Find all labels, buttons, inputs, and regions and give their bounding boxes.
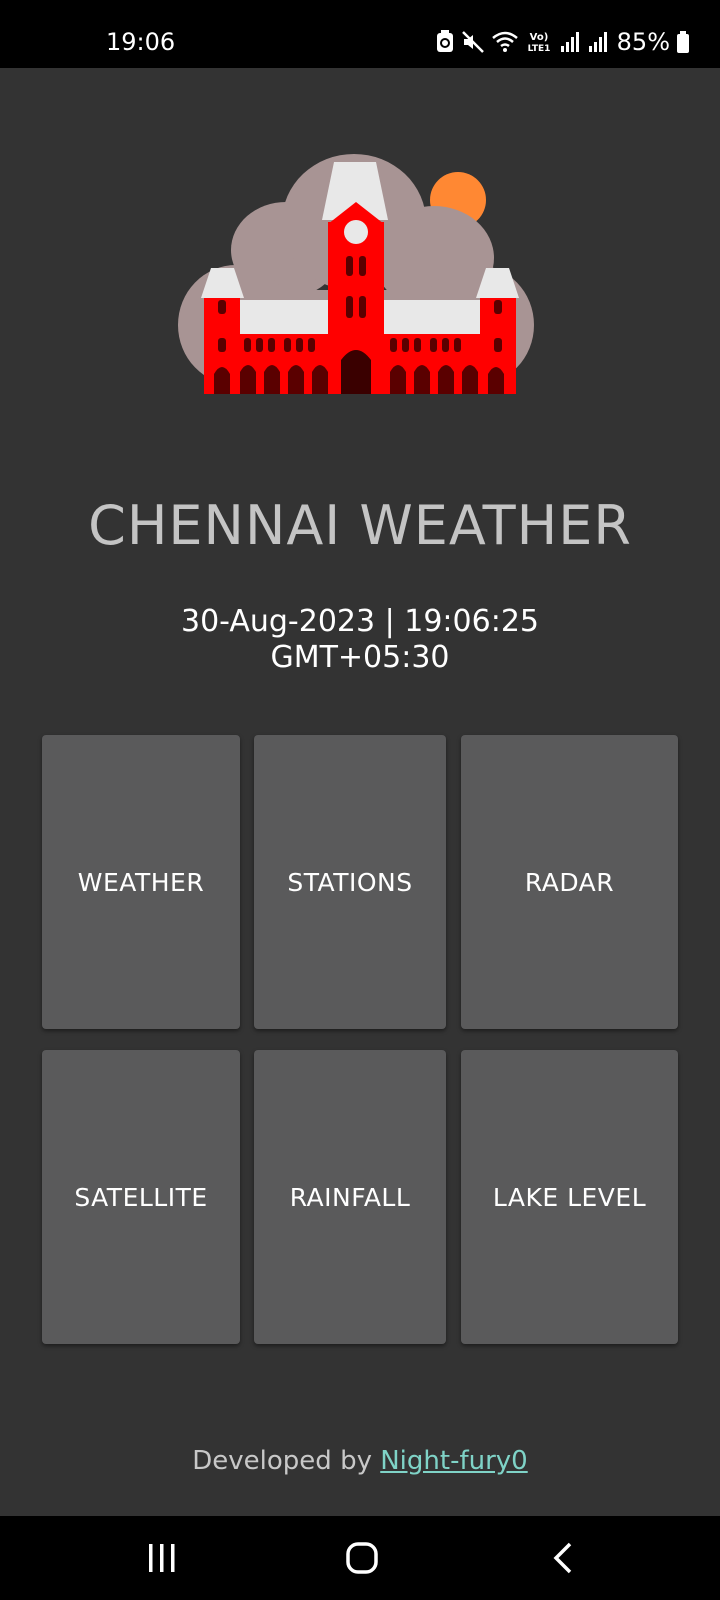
datetime-line: 30-Aug-2023 | 19:06:25 xyxy=(180,604,539,639)
tile-label: LAKE LEVEL xyxy=(492,1182,647,1212)
wifi-icon xyxy=(491,31,518,52)
signal-icon xyxy=(560,32,579,52)
tile-label: RAINFALL xyxy=(289,1182,411,1212)
footer: Developed by Night-fury0 xyxy=(0,1446,720,1476)
rainfall-tile[interactable]: RAINFALL xyxy=(254,1050,446,1344)
radar-tile[interactable]: RADAR xyxy=(461,735,678,1029)
battery-percent: 85% xyxy=(616,28,670,56)
developer-link[interactable]: Night-fury0 xyxy=(380,1446,527,1476)
app-logo xyxy=(178,154,534,394)
back-icon[interactable] xyxy=(544,1538,584,1578)
svg-text:LTE1: LTE1 xyxy=(527,44,550,54)
volte-icon: Vo) LTE1 xyxy=(527,32,550,54)
weather-tile[interactable]: WEATHER xyxy=(42,735,240,1029)
recycle-notification-icon xyxy=(436,30,453,52)
status-icons: Vo) LTE1 85% xyxy=(435,26,690,58)
stations-tile[interactable]: STATIONS xyxy=(254,735,446,1029)
battery-icon xyxy=(677,31,689,53)
status-bar: 19:06 Vo) LTE1 85% xyxy=(0,0,720,68)
satellite-tile[interactable]: SATELLITE xyxy=(42,1050,240,1344)
status-time: 19:06 xyxy=(106,28,176,56)
tile-label: STATIONS xyxy=(287,867,413,897)
svg-text:Vo): Vo) xyxy=(529,32,548,43)
signal-icon xyxy=(588,32,607,52)
footer-prefix: Developed by xyxy=(192,1446,372,1476)
app-title: CHENNAI WEATHER xyxy=(88,494,632,557)
lake-level-tile[interactable]: LAKE LEVEL xyxy=(461,1050,678,1344)
navigation-bar xyxy=(0,1516,720,1600)
recent-apps-icon[interactable] xyxy=(142,1538,182,1578)
home-icon[interactable] xyxy=(342,1538,382,1578)
tile-label: SATELLITE xyxy=(74,1182,208,1212)
current-datetime: 30-Aug-2023 | 19:06:25 GMT+05:30 xyxy=(0,604,720,676)
mute-icon xyxy=(461,31,484,53)
tile-label: RADAR xyxy=(524,867,615,897)
tile-label: WEATHER xyxy=(77,867,205,897)
timezone-line: GMT+05:30 xyxy=(270,640,450,675)
